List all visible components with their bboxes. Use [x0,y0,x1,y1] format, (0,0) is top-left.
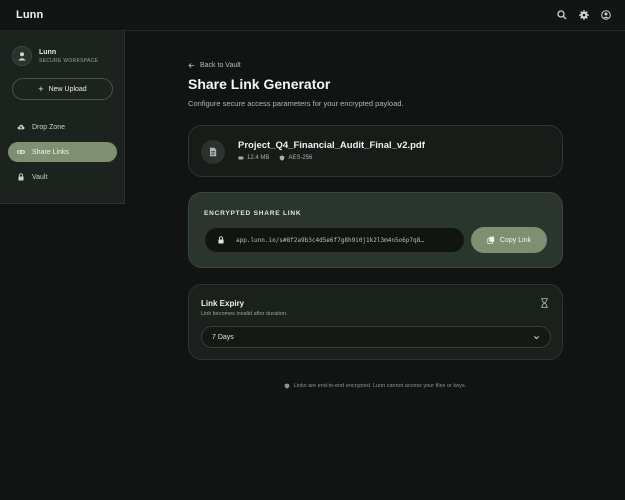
new-upload-label: New Upload [48,85,87,93]
arrow-left-icon [188,63,195,68]
sidebar: Lunn SECURE WORKSPACE + New Upload Drop … [0,31,125,204]
sidebar-item-drop-zone[interactable]: Drop Zone [8,117,117,137]
back-to-vault-link[interactable]: Back to Vault [188,62,241,69]
sidebar-item-label: Drop Zone [32,123,66,131]
share-link-card: ENCRYPTED SHARE LINK app.lunn.io/s#8f2a9… [188,192,563,268]
account-icon[interactable] [601,10,611,20]
top-bar: Lunn [0,0,625,31]
top-actions [557,10,611,20]
file-size: 12.4 MB [247,155,270,161]
share-link-field[interactable]: app.lunn.io/s#8f2a9b3c4d5e6f7g8h9i0j1k2l… [205,228,464,252]
link-icon [17,150,25,154]
new-upload-button[interactable]: + New Upload [12,78,113,100]
shield-icon [284,383,290,389]
copy-link-label: Copy Link [499,236,532,244]
encryption-type: AES-256 [288,155,313,161]
gear-icon[interactable] [579,10,589,20]
sidebar-item-vault[interactable]: Vault [8,167,117,187]
chevron-down-icon [534,335,539,339]
file-icon-wrap [201,140,225,164]
back-label: Back to Vault [200,62,241,69]
hourglass-icon [541,298,548,308]
expiry-selected-value: 7 Days [212,333,234,341]
workspace-subtitle: SECURE WORKSPACE [39,57,99,64]
user-icon [18,52,26,61]
page-subtitle: Configure secure access parameters for y… [188,99,404,108]
expiry-subtitle: Link becomes invalid after duration. [201,311,288,317]
expiry-title: Link Expiry [201,299,245,308]
document-icon [210,147,217,157]
workspace-name: Lunn [39,48,57,56]
file-size-meta: 12.4 MB [238,155,269,161]
copy-link-button[interactable]: Copy Link [471,227,547,253]
file-name: Project_Q4_Financial_Audit_Final_v2.pdf [238,140,425,151]
encryption-meta: AES-256 [279,155,312,161]
sidebar-item-label: Vault [32,173,48,181]
file-card: Project_Q4_Financial_Audit_Final_v2.pdf … [188,125,563,177]
drive-icon [238,156,244,160]
link-expiry-card: Link Expiry Link becomes invalid after d… [188,284,563,360]
sidebar-item-share-links[interactable]: Share Links [8,142,117,162]
footnote-text: Links are end-to-end encrypted. Lunn can… [293,383,467,389]
lock-icon [218,236,224,244]
shield-icon [280,155,285,161]
share-link-label: ENCRYPTED SHARE LINK [204,210,302,217]
expiry-select[interactable]: 7 Days [201,326,551,348]
security-footnote: Links are end-to-end encrypted. Lunn can… [0,383,625,389]
sidebar-item-label: Share Links [32,148,69,156]
plus-icon: + [38,83,44,94]
copy-icon [487,236,495,244]
search-icon[interactable] [557,10,567,20]
file-meta: 12.4 MB AES-256 [238,155,312,161]
avatar [12,46,32,66]
workspace-profile: Lunn SECURE WORKSPACE [12,46,98,66]
lock-icon [18,173,24,181]
brand-logo[interactable]: Lunn [16,9,43,21]
page-title: Share Link Generator [188,76,331,92]
share-link-url: app.lunn.io/s#8f2a9b3c4d5e6f7g8h9i0j1k2l… [236,236,424,244]
cloud-upload-icon [17,124,25,130]
